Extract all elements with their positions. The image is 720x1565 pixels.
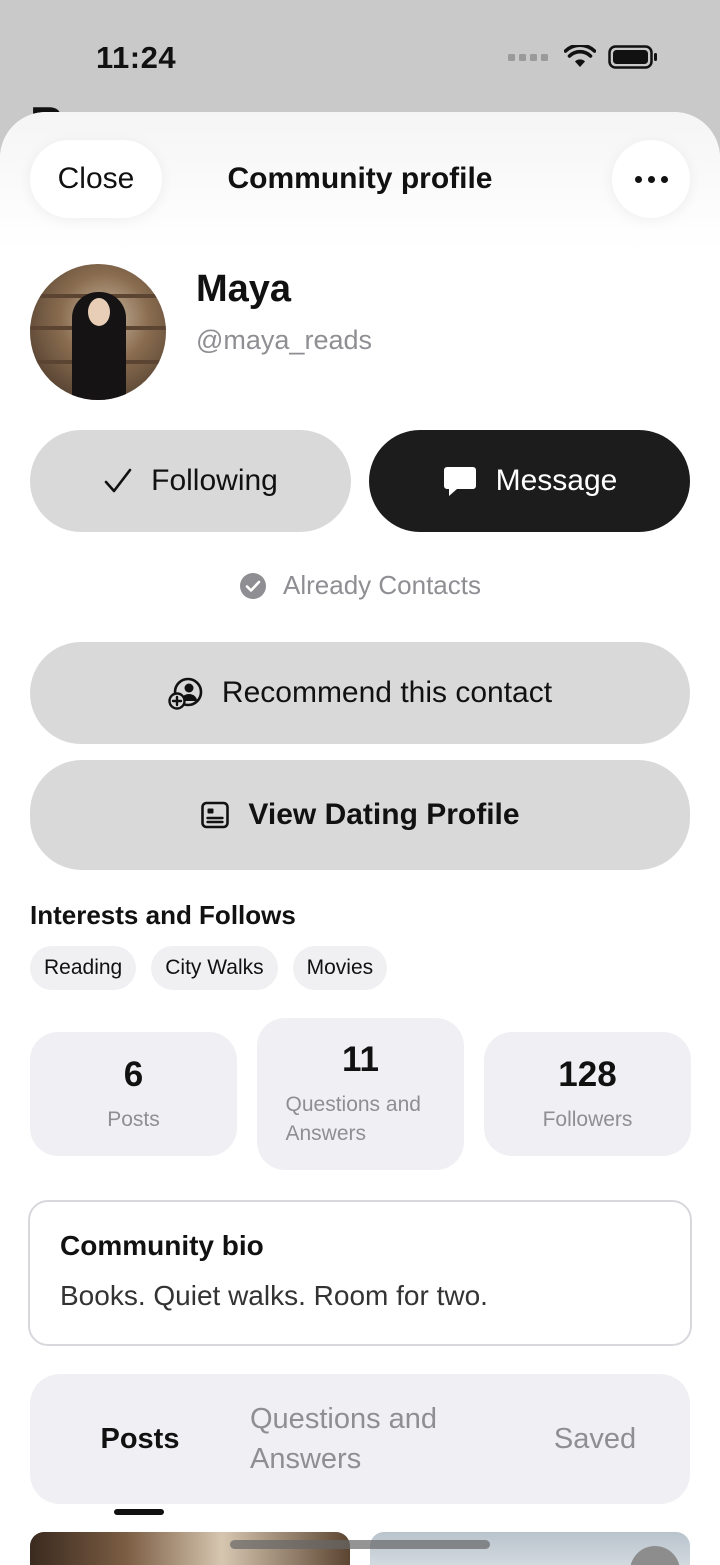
avatar[interactable] [30, 264, 166, 400]
primary-actions: Following Message [30, 430, 690, 532]
ellipsis-icon [634, 175, 642, 183]
check-circle-icon [240, 572, 266, 599]
active-tab-indicator [114, 1508, 164, 1515]
view-dating-profile-button[interactable]: View Dating Profile [30, 760, 690, 870]
contacts-status-text: Already Contacts [283, 570, 481, 600]
wifi-icon [564, 45, 596, 67]
interest-chip[interactable]: Reading [30, 946, 137, 990]
stat-value: 6 [123, 1054, 144, 1094]
more-options-button[interactable] [612, 140, 690, 218]
stat-posts[interactable]: 6 Posts [30, 1032, 237, 1156]
message-label: Message [495, 464, 618, 497]
battery-icon [608, 45, 657, 69]
bio-card: Community bio Books. Quiet walks. Room f… [28, 1200, 692, 1346]
contacts-status: Already Contacts [0, 570, 720, 601]
tab-label: Posts [100, 1422, 180, 1455]
tab-questions-answers[interactable]: Questions and Answers [250, 1399, 500, 1479]
stat-value: 128 [558, 1054, 617, 1094]
tab-label: Saved [553, 1422, 637, 1455]
profile-summary: Maya @maya_reads [30, 264, 372, 400]
recommend-contact-button[interactable]: Recommend this contact [30, 642, 690, 744]
checkmark-icon [104, 468, 132, 493]
tab-label: Questions and Answers [250, 1403, 438, 1475]
profile-sheet: Close Community profile Maya @maya_reads… [0, 112, 720, 1565]
interest-chip[interactable]: Movies [292, 946, 388, 990]
tab-posts[interactable]: Posts [30, 1422, 250, 1515]
stat-label: Posts [107, 1107, 160, 1131]
status-bar: 11:24 [0, 0, 720, 110]
bio-title: Community bio [60, 1230, 264, 1261]
cellular-signal-icon [508, 53, 548, 61]
content-tabs: Posts Questions and Answers Saved [30, 1374, 690, 1515]
stat-value: 11 [342, 1040, 379, 1079]
person-add-icon [168, 677, 203, 710]
stat-questions-answers[interactable]: 11 Questions and Answers [257, 1018, 464, 1170]
interest-chips: Reading City Walks Movies [30, 946, 388, 990]
profile-card-icon [201, 801, 230, 829]
recommend-label: Recommend this contact [221, 676, 553, 709]
following-label: Following [151, 464, 278, 497]
stat-label: Followers [542, 1107, 633, 1131]
stat-followers[interactable]: 128 Followers [484, 1032, 691, 1156]
status-time: 11:24 [96, 40, 177, 75]
tab-saved[interactable]: Saved [500, 1423, 690, 1456]
sheet-header: Close Community profile [0, 112, 720, 252]
status-icons [508, 44, 658, 70]
interests-title: Interests and Follows [30, 900, 296, 930]
dating-label: View Dating Profile [248, 798, 520, 831]
profile-handle: @maya_reads [196, 325, 372, 355]
profile-name: Maya [196, 268, 292, 310]
following-button[interactable]: Following [30, 430, 351, 532]
chat-bubble-icon [443, 467, 476, 496]
interest-chip[interactable]: City Walks [151, 946, 278, 990]
message-button[interactable]: Message [369, 430, 690, 532]
home-indicator [230, 1540, 490, 1549]
bio-text: Books. Quiet walks. Room for two. [60, 1280, 488, 1311]
profile-stats: 6 Posts 11 Questions and Answers 128 Fol… [30, 1018, 691, 1170]
stat-label: Questions and Answers [285, 1093, 421, 1145]
name-block: Maya @maya_reads [196, 268, 372, 356]
